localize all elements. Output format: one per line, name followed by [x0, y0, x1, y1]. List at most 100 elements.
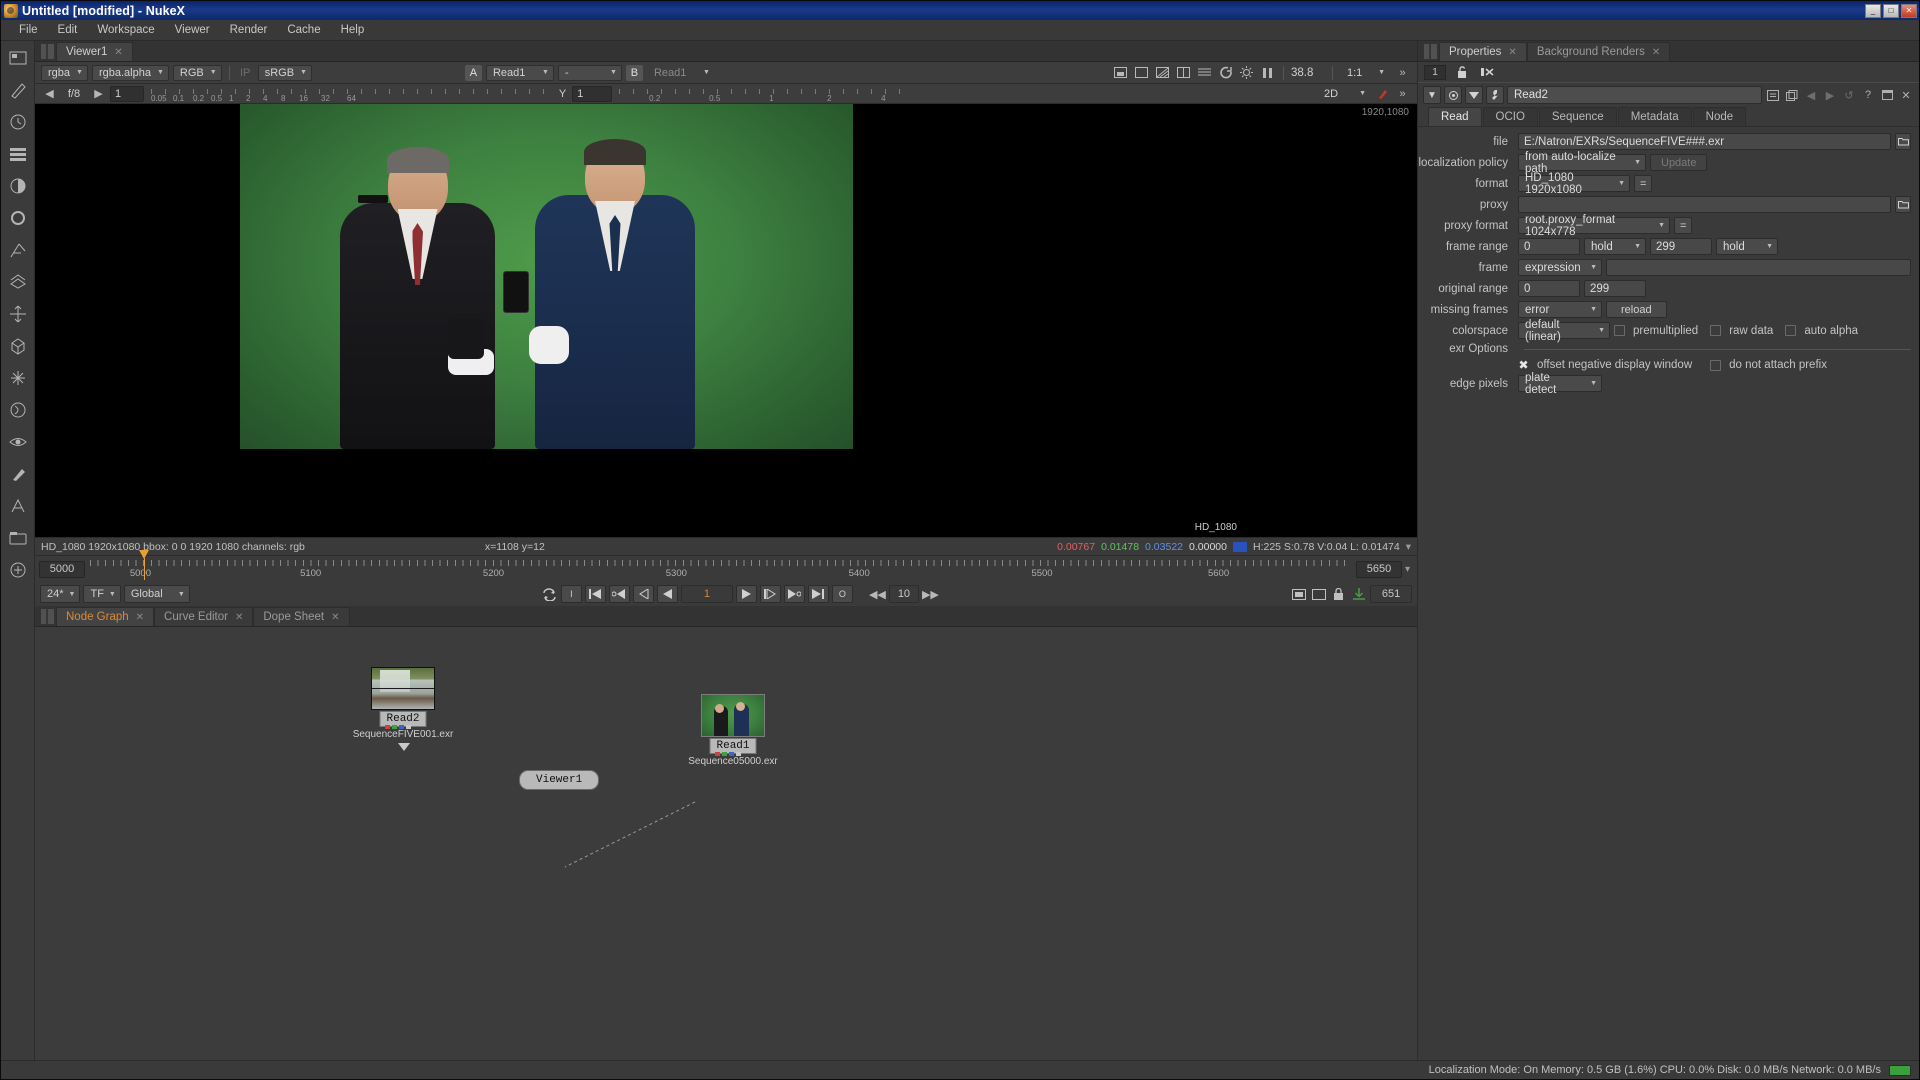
tab-node-graph[interactable]: Node Graph ✕: [56, 607, 155, 626]
transform-node-icon[interactable]: [7, 303, 29, 325]
draw-node-icon[interactable]: [7, 79, 29, 101]
proxy-format-select[interactable]: root.proxy_format 1024x778 ▼: [1518, 214, 1670, 238]
proxy-path-input[interactable]: [1518, 196, 1891, 213]
fullframe-icon[interactable]: [1310, 586, 1327, 602]
viewer-process-selector[interactable]: sRGB ▼: [257, 64, 312, 81]
timeline-playhead[interactable]: [139, 550, 150, 559]
original-range-start-input[interactable]: 0: [1518, 280, 1580, 297]
frame-increment-field[interactable]: 10: [888, 585, 919, 603]
timeline-start-frame[interactable]: 5000: [39, 560, 85, 578]
duplicate-icon[interactable]: [1784, 86, 1800, 104]
plugins-node-icon[interactable]: [7, 559, 29, 581]
tab-dope-sheet-close-icon[interactable]: ✕: [331, 612, 339, 623]
ab-mix-selector[interactable]: - ▼: [557, 64, 622, 81]
fps-mode-selector[interactable]: TF ▼: [83, 585, 121, 603]
input-a-selector[interactable]: Read1 ▼: [485, 64, 554, 81]
triangle-down-icon[interactable]: ▼: [1423, 86, 1441, 104]
float-icon[interactable]: [1879, 86, 1895, 104]
menu-edit[interactable]: Edit: [48, 22, 88, 38]
proxy-icon[interactable]: [1196, 65, 1213, 81]
tab-viewer1[interactable]: Viewer1 ✕: [56, 42, 133, 61]
tab-curve-editor[interactable]: Curve Editor ✕: [154, 607, 254, 626]
original-range-end-input[interactable]: 299: [1584, 280, 1646, 297]
next-frame-icon[interactable]: [759, 585, 781, 603]
gain-next-icon[interactable]: ▶: [90, 86, 107, 102]
image-node-icon[interactable]: [7, 47, 29, 69]
frame-range-end-mode-select[interactable]: hold ▼: [1716, 238, 1778, 255]
set-out-icon[interactable]: O: [831, 585, 853, 603]
input-b-selector[interactable]: Read1 ▼: [647, 65, 715, 81]
zoom-ratio-selector[interactable]: 1:1 ▼: [1340, 65, 1390, 81]
channel-selector[interactable]: rgba ▼: [41, 64, 88, 81]
status-expand-icon[interactable]: ▾: [1406, 541, 1411, 553]
cache-frame-field[interactable]: 651: [1370, 585, 1413, 603]
file-path-input[interactable]: E:/Natron/EXRs/SequenceFIVE###.exr: [1518, 133, 1891, 150]
prev-frame-icon[interactable]: [632, 585, 654, 603]
frame-range-start-mode-select[interactable]: hold ▼: [1584, 238, 1646, 255]
node-tab-read[interactable]: Read: [1428, 107, 1482, 126]
dimension-selector[interactable]: 2D ▼: [1317, 86, 1371, 102]
folder-icon[interactable]: [1895, 133, 1911, 150]
display-selector[interactable]: RGB ▼: [172, 64, 222, 81]
skip-forward-icon[interactable]: ▶▶: [922, 586, 939, 602]
tab-background-renders-close-icon[interactable]: ✕: [1652, 47, 1660, 58]
node-name-field[interactable]: Read2: [1507, 86, 1762, 104]
sync-mode-selector[interactable]: Global ▼: [123, 585, 190, 603]
last-frame-icon[interactable]: [807, 585, 829, 603]
next-keyframe-icon[interactable]: [783, 585, 805, 603]
other-node-icon[interactable]: [7, 527, 29, 549]
do-not-attach-prefix-checkbox[interactable]: [1710, 359, 1722, 371]
properties-count[interactable]: 1: [1424, 64, 1446, 80]
offset-negative-display-window-checkbox[interactable]: ✖: [1518, 358, 1529, 372]
current-frame-field[interactable]: 1: [680, 585, 733, 603]
menu-help[interactable]: Help: [331, 22, 375, 38]
refresh-icon[interactable]: [1217, 65, 1234, 81]
unlock-icon[interactable]: [1454, 64, 1471, 80]
timeline-expand-icon[interactable]: ▾: [1402, 564, 1413, 575]
play-forward-icon[interactable]: [735, 585, 757, 603]
channel-node-icon[interactable]: [7, 143, 29, 165]
3d-node-icon[interactable]: [7, 335, 29, 357]
wrench-icon[interactable]: [1486, 86, 1504, 104]
node-tab-ocio[interactable]: OCIO: [1482, 107, 1538, 126]
auto-alpha-checkbox[interactable]: [1785, 325, 1797, 336]
deep-node-icon[interactable]: [7, 399, 29, 421]
merge-node-icon[interactable]: [7, 271, 29, 293]
gain-prev-icon[interactable]: ◀: [41, 86, 58, 102]
gear-icon[interactable]: [1238, 65, 1255, 81]
color-swatch-icon[interactable]: [1444, 86, 1462, 104]
compare-icon[interactable]: [1175, 65, 1192, 81]
gain-label[interactable]: f/8: [61, 88, 87, 100]
roi-icon[interactable]: [1112, 65, 1129, 81]
keyer-node-icon[interactable]: [7, 239, 29, 261]
play-backward-icon[interactable]: [656, 585, 678, 603]
viewer-canvas[interactable]: 1920,1080 HD_1080: [35, 104, 1417, 537]
help-icon[interactable]: ?: [1860, 86, 1876, 104]
proxy-format-equals-button[interactable]: =: [1674, 217, 1693, 234]
update-button[interactable]: Update: [1650, 154, 1708, 171]
tab-curve-editor-close-icon[interactable]: ✕: [235, 612, 243, 623]
timeline-end-frame[interactable]: 5650: [1355, 560, 1402, 578]
minimize-button[interactable]: _: [1865, 3, 1881, 18]
mask-icon[interactable]: [1465, 86, 1483, 104]
reload-button[interactable]: reload: [1606, 301, 1667, 318]
expand-toolbar-icon[interactable]: »: [1394, 65, 1411, 81]
prev-node-icon[interactable]: ◀: [1803, 86, 1819, 104]
color-node-icon[interactable]: [7, 175, 29, 197]
loop-icon[interactable]: [541, 586, 558, 602]
menu-cache[interactable]: Cache: [277, 22, 330, 38]
node-tab-node[interactable]: Node: [1692, 107, 1747, 126]
pane-grip-icon[interactable]: [1424, 44, 1437, 59]
menu-render[interactable]: Render: [220, 22, 278, 38]
revert-icon[interactable]: ↺: [1841, 86, 1857, 104]
folder-icon[interactable]: [1895, 196, 1911, 213]
prev-keyframe-icon[interactable]: [608, 585, 630, 603]
gain-ruler[interactable]: 0.05 0.1 0.2 0.5 1 2 4 8 16 32 64: [151, 86, 549, 102]
skip-back-icon[interactable]: ◀◀: [869, 586, 886, 602]
menu-file[interactable]: File: [9, 22, 48, 38]
node-read1[interactable]: Read1 Sequence05000.exr: [688, 694, 778, 767]
views-node-icon[interactable]: [7, 431, 29, 453]
node-tab-metadata[interactable]: Metadata: [1617, 107, 1692, 126]
frame-mode-select[interactable]: expression ▼: [1518, 259, 1602, 276]
timeline-track[interactable]: 5000 5100 5200 5300 5400 5500 5600: [90, 550, 1351, 582]
